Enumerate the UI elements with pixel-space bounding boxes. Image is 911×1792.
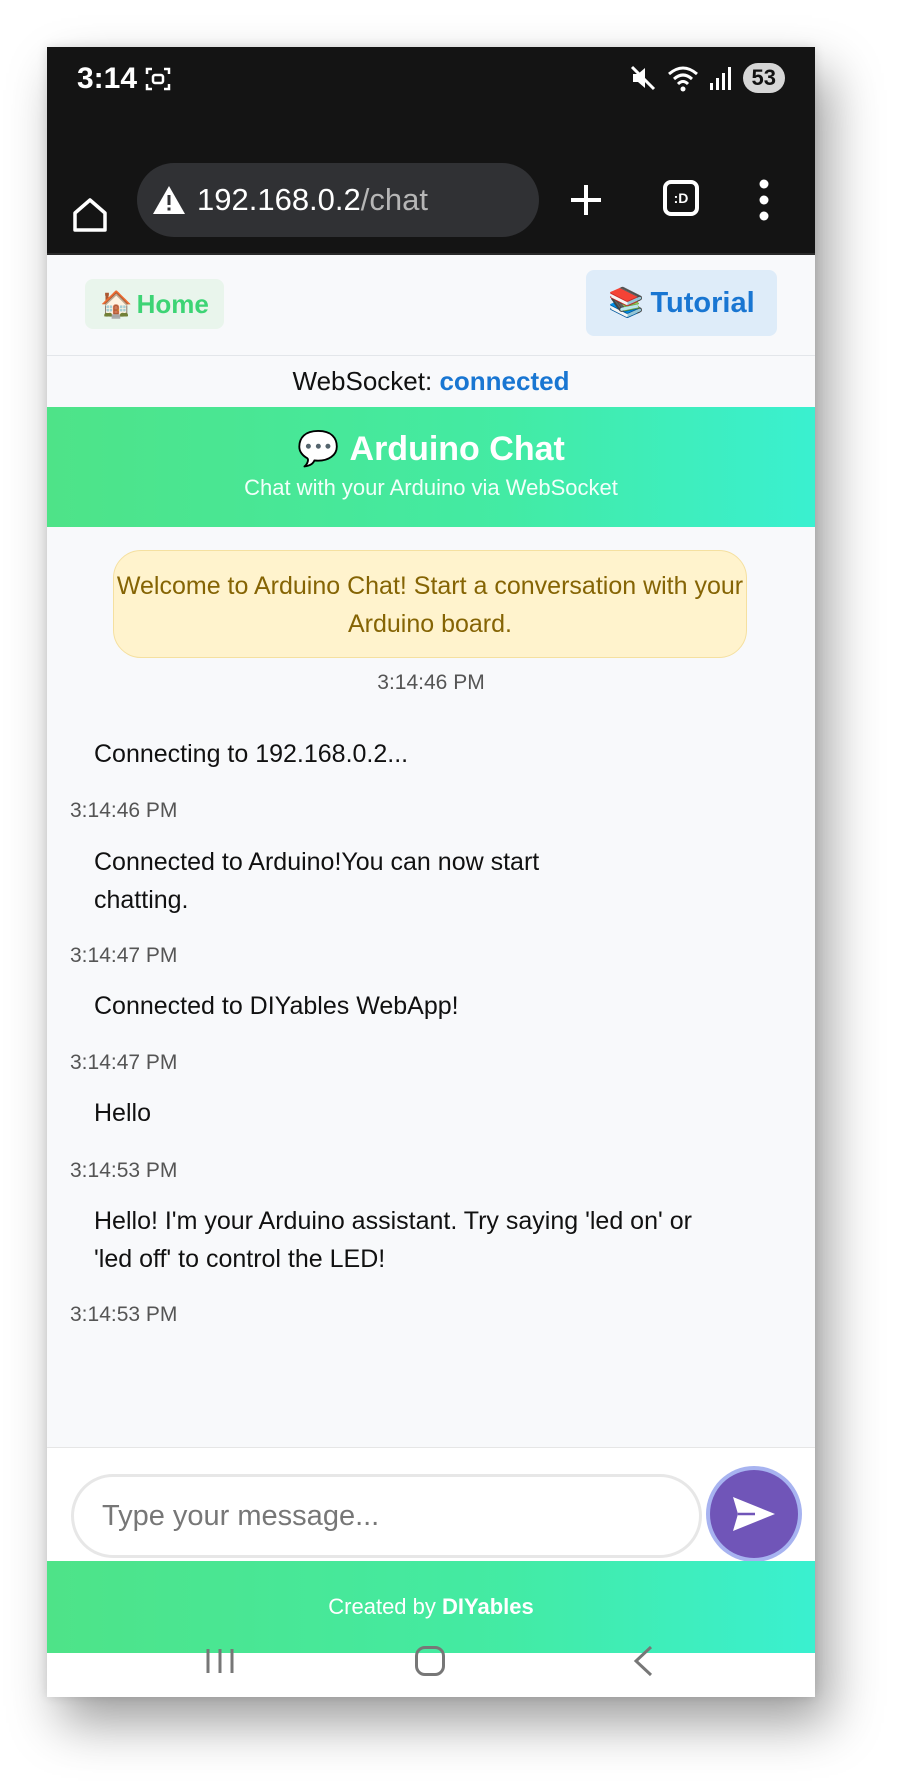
url-path: /chat xyxy=(360,182,428,217)
android-nav-bar xyxy=(47,1645,815,1697)
chat-message: Hello xyxy=(94,1099,151,1127)
back-icon[interactable] xyxy=(632,1645,654,1677)
welcome-timestamp: 3:14:46 PM xyxy=(377,671,485,694)
status-bar: 3:14 53 xyxy=(47,47,815,114)
home-icon[interactable] xyxy=(71,196,109,234)
tutorial-link-label: Tutorial xyxy=(650,286,755,319)
top-nav: 🏠 Home 📚 Tutorial xyxy=(47,255,815,356)
websocket-state: connected xyxy=(439,366,570,396)
chat-title: Arduino Chat xyxy=(349,429,565,468)
chat-header: 💬 Arduino Chat Chat with your Arduino vi… xyxy=(47,407,815,527)
chat-message: Hello! I'm your Arduino assistant. Try s… xyxy=(94,1207,692,1273)
message-timestamp: 3:14:53 PM xyxy=(70,1159,178,1182)
send-icon xyxy=(733,1497,775,1531)
chat-message: Connected to DIYables WebApp! xyxy=(94,992,459,1020)
mute-icon xyxy=(630,65,655,91)
home-link-label: Home xyxy=(136,288,209,319)
address-bar[interactable]: 192.168.0.2/chat xyxy=(137,163,539,237)
browser-toolbar: 192.168.0.2/chat :D xyxy=(47,114,815,255)
new-tab-icon[interactable] xyxy=(568,182,604,218)
more-menu-icon[interactable] xyxy=(759,178,769,222)
phone-screen: 3:14 53 192.168.0.2 /chat:D 🏠 Home 📚 Tu… xyxy=(47,47,815,1697)
chat-messages[interactable]: Welcome to Arduino Chat! Start a convers… xyxy=(47,527,815,1447)
message-composer xyxy=(47,1447,815,1562)
url-host: 192.168.0.2 xyxy=(197,182,361,217)
chat-message: Connected to Arduino!You can now start c… xyxy=(94,848,540,914)
websocket-status: WebSocket: connected xyxy=(47,356,815,407)
websocket-label: WebSocket: xyxy=(292,366,440,396)
message-timestamp: 3:14:47 PM xyxy=(70,1051,178,1074)
house-icon: 🏠 xyxy=(100,288,133,319)
books-icon: 📚 xyxy=(608,287,645,319)
chat-message: Connecting to 192.168.0.2... xyxy=(94,740,409,768)
recent-apps-icon[interactable] xyxy=(203,1647,237,1675)
home-nav-icon[interactable] xyxy=(415,1646,445,1676)
wifi-icon xyxy=(667,66,698,92)
message-timestamp: 3:14:53 PM xyxy=(70,1303,178,1326)
footer-prefix: Created by xyxy=(328,1594,442,1619)
status-icons: 53 xyxy=(629,63,785,93)
message-timestamp: 3:14:46 PM xyxy=(70,799,178,822)
tutorial-link[interactable]: 📚 Tutorial xyxy=(586,270,777,336)
footer: Created by DIYables xyxy=(47,1561,815,1653)
speech-bubble-icon: 💬 xyxy=(297,430,340,468)
home-link[interactable]: 🏠 Home xyxy=(85,279,224,329)
chat-title-row: 💬 Arduino Chat xyxy=(47,429,815,469)
footer-brand-link[interactable]: DIYables xyxy=(442,1594,534,1619)
battery-level: 53 xyxy=(742,63,785,93)
tab-switcher-button[interactable]: :D xyxy=(663,180,699,216)
message-input[interactable] xyxy=(71,1474,702,1558)
message-timestamp: 3:14:47 PM xyxy=(70,944,178,967)
signal-icon xyxy=(709,67,731,90)
send-button[interactable] xyxy=(710,1470,798,1558)
welcome-message: Welcome to Arduino Chat! Start a convers… xyxy=(113,550,747,658)
screenshot-indicator-icon xyxy=(145,67,171,91)
chat-subtitle: Chat with your Arduino via WebSocket xyxy=(244,475,618,500)
status-time: 3:14 xyxy=(77,62,138,95)
warning-icon[interactable] xyxy=(151,184,187,216)
